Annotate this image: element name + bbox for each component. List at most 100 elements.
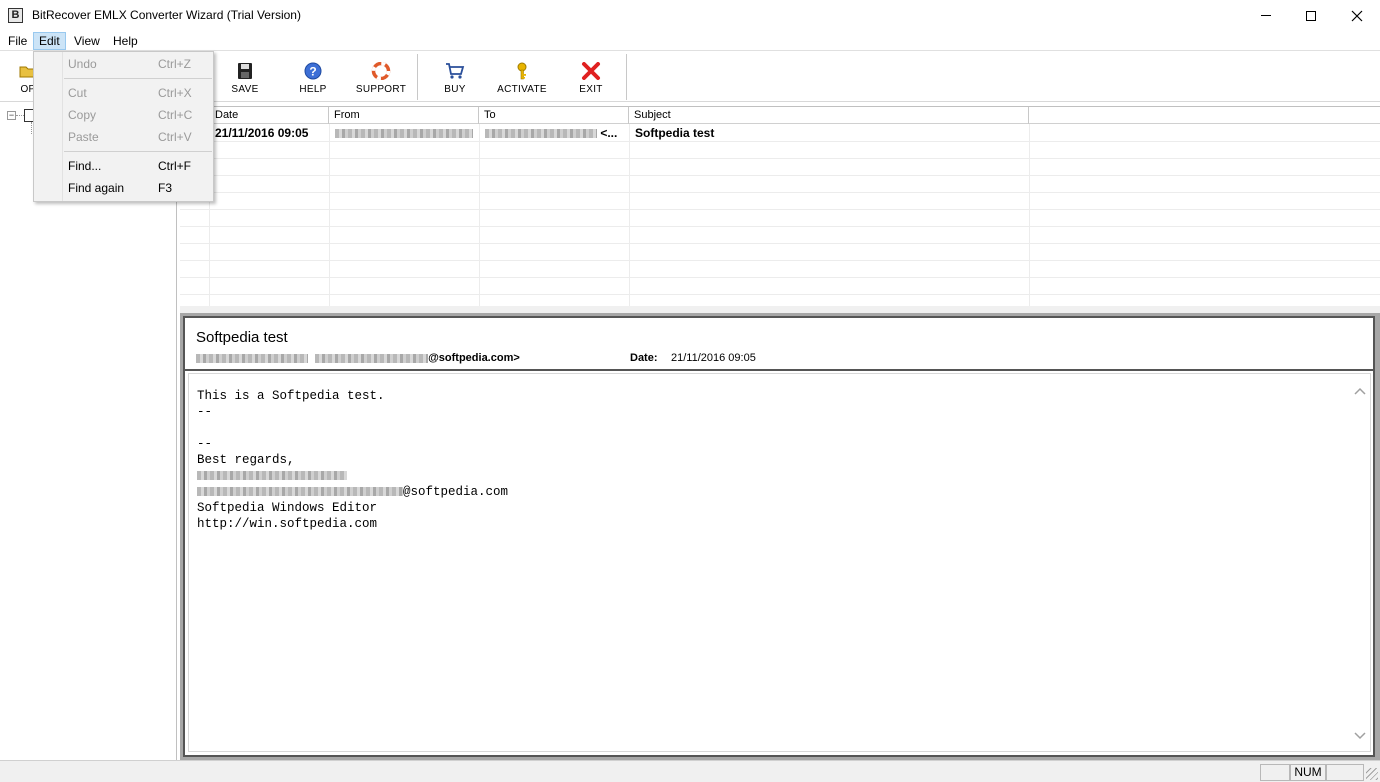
table-row [180, 176, 1380, 193]
table-row [180, 210, 1380, 227]
redacted-name [196, 353, 308, 363]
preview-frame: Softpedia test @softpedia.com> Date: 21/… [183, 316, 1375, 757]
menu-item-label: Find again [68, 181, 125, 195]
table-row [180, 159, 1380, 176]
close-button[interactable] [1334, 0, 1380, 31]
menu-separator [64, 151, 212, 152]
menu-item-shortcut: F3 [158, 181, 173, 195]
menu-view[interactable]: View [69, 32, 105, 50]
menu-item-shortcut: Ctrl+V [158, 130, 192, 144]
lifebuoy-icon [371, 62, 391, 80]
tree-connector [16, 115, 24, 116]
message-list: Date From To Subject 21/11/2016 09:05 <.… [180, 106, 1380, 307]
maximize-button[interactable] [1288, 0, 1334, 31]
help-button[interactable]: ? HELP [292, 58, 334, 100]
minimize-button[interactable] [1243, 0, 1289, 31]
column-header-from[interactable]: From [329, 107, 479, 124]
support-button[interactable]: SUPPORT [354, 58, 408, 100]
table-row [180, 142, 1380, 159]
menu-item-label: Cut [68, 86, 87, 100]
row-subject: Softpedia test [630, 125, 1030, 142]
help-label: HELP [299, 84, 327, 95]
column-header-to[interactable]: To [479, 107, 629, 124]
menu-item-label: Find... [68, 159, 102, 173]
preview-date-label: Date: [630, 352, 658, 364]
maximize-icon [1306, 10, 1316, 21]
resize-grip-icon[interactable] [1366, 768, 1378, 780]
activate-label: ACTIVATE [497, 84, 547, 95]
menu-item-copy[interactable]: Copy Ctrl+C [36, 104, 211, 126]
menu-separator [64, 78, 212, 79]
preview-body[interactable]: This is a Softpedia test. -- -- Best reg… [188, 373, 1371, 752]
row-date: 21/11/2016 09:05 [210, 125, 330, 142]
activate-button[interactable]: ACTIVATE [494, 58, 550, 100]
scroll-up-arrow-icon[interactable] [1354, 386, 1366, 396]
red-x-icon [582, 62, 600, 80]
column-header-subject[interactable]: Subject [629, 107, 1029, 124]
menu-item-paste[interactable]: Paste Ctrl+V [36, 126, 211, 148]
table-row [180, 278, 1380, 295]
redacted-signature-email [197, 487, 403, 497]
preview-from-suffix: @softpedia.com> [428, 352, 520, 364]
edit-menu-dropdown: Undo Ctrl+Z Cut Ctrl+X Copy Ctrl+C Paste… [33, 51, 214, 202]
table-row [180, 193, 1380, 210]
column-header-date[interactable]: Date [210, 107, 329, 124]
app-icon: B [8, 8, 23, 23]
menu-item-find-again[interactable]: Find again F3 [36, 177, 211, 199]
menu-bar: File Edit View Help [0, 31, 1380, 51]
support-label: SUPPORT [355, 84, 407, 95]
row-from [330, 125, 480, 142]
scroll-down-arrow-icon[interactable] [1354, 731, 1366, 741]
tree-connector [31, 122, 32, 134]
table-row[interactable]: 21/11/2016 09:05 <... Softpedia test [180, 125, 1380, 142]
table-row [180, 261, 1380, 278]
toolbar-separator [626, 54, 627, 100]
redacted-email [315, 353, 429, 363]
message-body-text: This is a Softpedia test. -- -- Best reg… [197, 388, 508, 532]
body-line: Best regards, [197, 453, 295, 467]
exit-button[interactable]: EXIT [570, 58, 612, 100]
floppy-disk-icon [238, 63, 252, 79]
menu-item-find[interactable]: Find... Ctrl+F [36, 155, 211, 177]
redacted-signature-name [197, 471, 347, 481]
question-mark-icon: ? [304, 62, 322, 80]
body-line: http://win.softpedia.com [197, 517, 378, 531]
body-line: Softpedia Windows Editor [197, 501, 378, 515]
preview-from: @softpedia.com> [196, 352, 520, 364]
exit-label: EXIT [579, 84, 603, 95]
redacted-recipient [485, 129, 597, 139]
toolbar-separator [417, 54, 418, 100]
save-label: SAVE [231, 84, 259, 95]
shopping-cart-icon [446, 63, 465, 79]
buy-button[interactable]: BUY [434, 58, 476, 100]
num-lock-indicator: NUM [1290, 764, 1326, 781]
save-button[interactable]: SAVE [222, 58, 268, 100]
menu-file[interactable]: File [3, 32, 32, 50]
menu-item-label: Undo [68, 57, 97, 71]
menu-item-shortcut: Ctrl+X [158, 86, 192, 100]
menu-item-cut[interactable]: Cut Ctrl+X [36, 82, 211, 104]
status-bar: NUM [0, 760, 1380, 782]
menu-help[interactable]: Help [108, 32, 143, 50]
menu-item-label: Copy [68, 108, 97, 122]
table-row [180, 244, 1380, 261]
redacted-sender [335, 129, 473, 139]
preview-subject: Softpedia test [196, 329, 288, 346]
body-line: -- [197, 437, 213, 451]
body-line: This is a Softpedia test. [197, 389, 385, 403]
minimize-icon [1261, 15, 1271, 16]
table-row [180, 227, 1380, 244]
menu-edit[interactable]: Edit [33, 32, 66, 50]
svg-text:?: ? [309, 65, 316, 79]
body-line: @softpedia.com [403, 485, 509, 499]
preview-date-value: 21/11/2016 09:05 [671, 352, 756, 364]
title-bar: B BitRecover EMLX Converter Wizard (Tria… [0, 0, 1380, 31]
window-title: BitRecover EMLX Converter Wizard (Trial … [32, 8, 301, 22]
key-icon [517, 62, 527, 80]
status-panel [1326, 764, 1364, 781]
menu-item-shortcut: Ctrl+C [158, 108, 193, 122]
tree-collapse-icon[interactable]: − [7, 111, 16, 120]
body-line: -- [197, 405, 213, 419]
menu-item-undo[interactable]: Undo Ctrl+Z [36, 53, 211, 75]
message-preview: Softpedia test @softpedia.com> Date: 21/… [180, 313, 1380, 760]
